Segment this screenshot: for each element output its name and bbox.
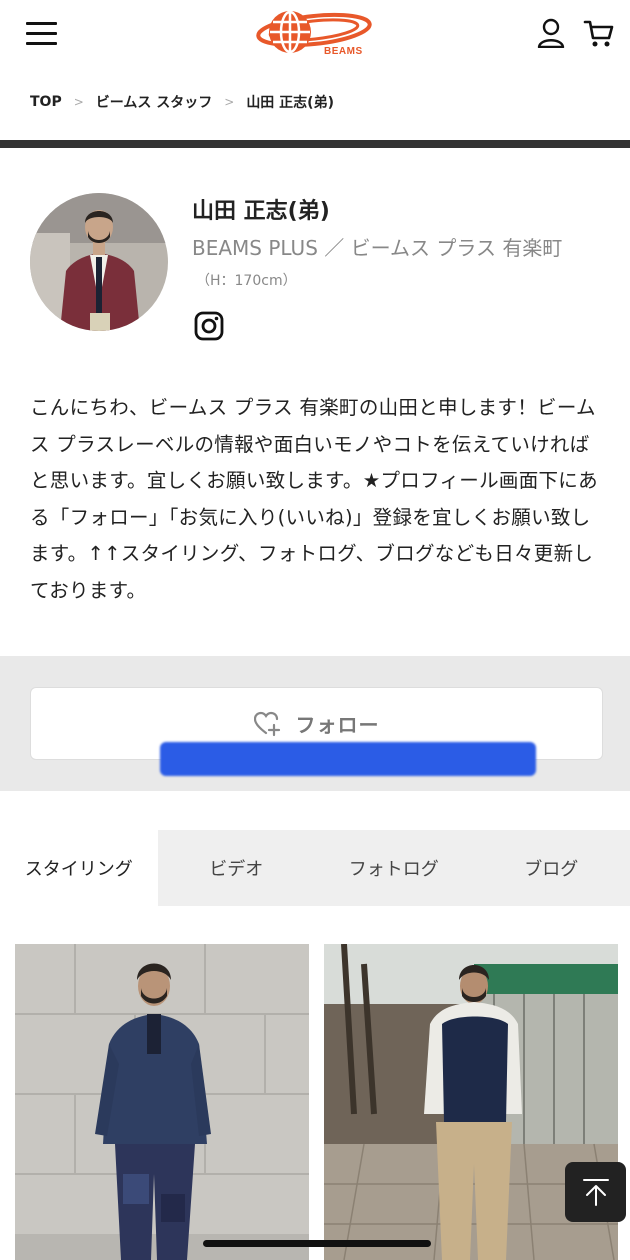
- section-divider: [0, 140, 630, 148]
- breadcrumb-separator: >: [224, 95, 235, 109]
- heart-plus-icon: [253, 711, 280, 736]
- tab-styling[interactable]: スタイリング: [0, 830, 158, 906]
- tab-photolog[interactable]: フォトログ: [315, 830, 473, 906]
- user-icon[interactable]: [536, 18, 566, 49]
- instagram-icon[interactable]: [194, 311, 224, 341]
- follow-label: フォロー: [295, 713, 380, 737]
- breadcrumb-item-staff[interactable]: ビームス スタッフ: [96, 92, 212, 112]
- content-tabs: スタイリング ビデオ フォトログ ブログ: [0, 830, 630, 906]
- scroll-to-top-button[interactable]: [565, 1162, 626, 1222]
- staff-bio: こんにちわ、ビームス プラス 有楽町の山田と申します！ビームス プラスレーベルの…: [30, 396, 598, 602]
- styling-photo[interactable]: [15, 944, 309, 1260]
- staff-height: （H：170cm）: [196, 273, 297, 289]
- breadcrumb-item-top[interactable]: TOP: [30, 94, 62, 110]
- arrow-up-to-top-icon: [582, 1179, 609, 1206]
- staff-name: 山田 正志(弟): [192, 199, 330, 224]
- tab-blog[interactable]: ブログ: [473, 830, 630, 906]
- avatar: [30, 193, 168, 331]
- app-header: BEAMS: [0, 0, 630, 70]
- tab-video[interactable]: ビデオ: [158, 830, 316, 906]
- breadcrumb-item-current: 山田 正志(弟): [246, 95, 334, 111]
- breadcrumb-separator: >: [73, 95, 84, 109]
- logo-text: BEAMS: [324, 46, 363, 57]
- menu-icon[interactable]: [26, 22, 58, 46]
- beams-logo[interactable]: BEAMS: [256, 8, 376, 60]
- redaction-mark: [160, 742, 536, 776]
- cart-icon[interactable]: [583, 18, 615, 48]
- breadcrumb: TOP > ビームス スタッフ > 山田 正志(弟): [30, 92, 334, 112]
- home-indicator: [203, 1240, 431, 1247]
- staff-shop[interactable]: BEAMS PLUS ／ ビームス プラス 有楽町: [192, 232, 562, 261]
